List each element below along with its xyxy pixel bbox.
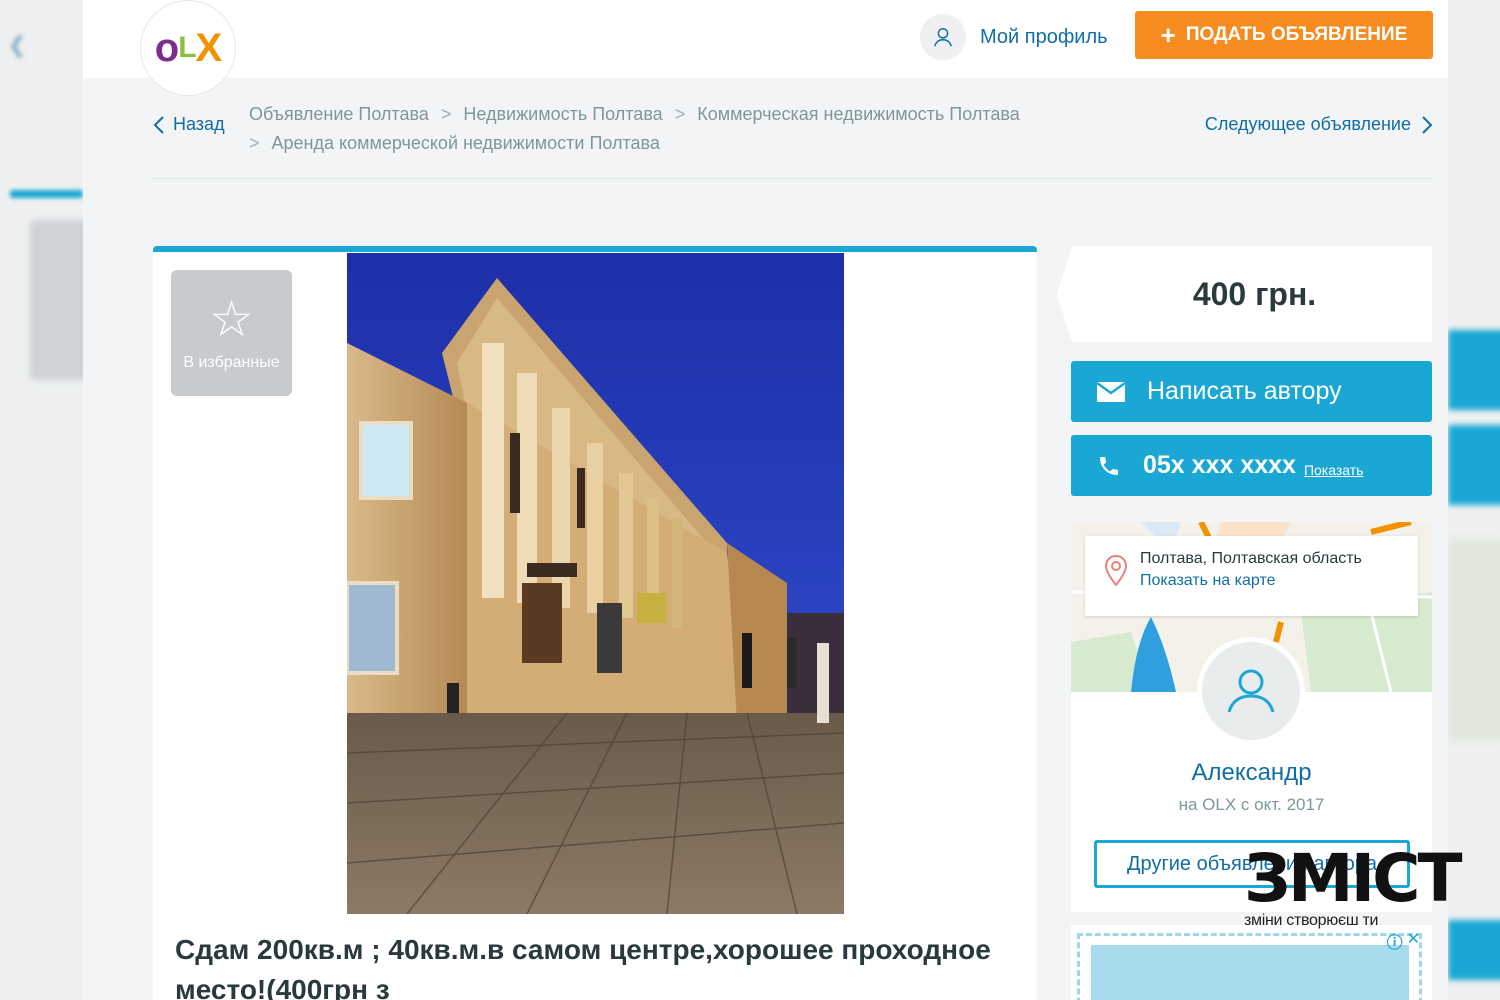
divider [153, 178, 1433, 179]
phone-icon [1100, 456, 1118, 475]
back-label: Назад [173, 114, 225, 134]
breadcrumb-item[interactable]: Аренда коммерческой недвижимости Полтава [272, 133, 660, 153]
plus-icon: + [1160, 20, 1176, 50]
envelope-icon [1097, 381, 1125, 402]
blurred-accent-bar [10, 190, 83, 198]
listing-card: ☆ В избранные Сдам 200кв.м ; 40кв.м.в са… [153, 246, 1037, 1000]
chevron-right-icon: > [674, 104, 686, 124]
chevron-right-icon: > [249, 133, 260, 153]
advertisement-box: ⓘ ✕ [1071, 925, 1432, 1000]
chevron-left-icon [153, 115, 164, 134]
breadcrumb-bar: Назад Объявление Полтава > Недвижимость По… [83, 78, 1448, 178]
show-phone-link[interactable]: Показать [1304, 462, 1364, 478]
ad-controls: ⓘ ✕ [1387, 929, 1420, 953]
write-author-label: Написать автору [1147, 377, 1342, 405]
write-author-button[interactable]: Написать автору [1071, 361, 1432, 422]
favorite-label: В избранные [183, 354, 280, 371]
phone-number: 05x xxx xxxx [1143, 451, 1296, 479]
logo-letter-o: o [154, 25, 179, 70]
logo-letter-x: X [195, 25, 223, 70]
breadcrumb-item[interactable]: Коммерческая недвижимость Полтава [697, 104, 1020, 124]
back-link[interactable]: Назад [153, 114, 225, 135]
price-value: 400 грн. [1192, 276, 1317, 312]
my-profile-link[interactable]: Мой профиль [920, 14, 1108, 60]
next-ad-link[interactable]: Следующее объявление [1205, 114, 1433, 135]
left-blurred-edge: ❮ [0, 0, 83, 1000]
add-to-favorites-button[interactable]: ☆ В избранные [171, 270, 292, 396]
seller-since: на OLX с окт. 2017 [1178, 795, 1325, 814]
listing-photo[interactable] [347, 253, 844, 914]
zmist-logo: ЗМІСТ [1244, 840, 1463, 917]
ad-banner[interactable] [1091, 945, 1409, 1000]
post-ad-button[interactable]: + ПОДАТЬ ОБЪЯВЛЕНИЕ [1135, 11, 1433, 59]
price-box: 400 грн. [1057, 246, 1432, 342]
info-icon[interactable]: ⓘ [1387, 929, 1403, 953]
blurred-back-link: ❮ [8, 32, 27, 57]
close-icon[interactable]: ✕ [1407, 929, 1420, 953]
site-header: oLX Мой профиль + ПОДАТЬ ОБЪЯВЛЕНИЕ [83, 0, 1448, 96]
show-on-map-link[interactable]: Показать на карте [1140, 572, 1418, 590]
breadcrumb-item[interactable]: Объявление Полтава [249, 104, 429, 124]
post-ad-label: ПОДАТЬ ОБЪЯВЛЕНИЕ [1185, 24, 1408, 45]
phone-button[interactable]: 05x xxx xxxx Показать [1071, 435, 1432, 496]
user-icon [1227, 669, 1275, 713]
star-icon: ☆ [209, 291, 254, 347]
chevron-right-icon: > [440, 104, 452, 124]
zmist-watermark: ЗМІСТ зміни створюєш ти [1244, 840, 1463, 930]
breadcrumb: Объявление Полтава > Недвижимость Полтава >… [249, 100, 1129, 158]
next-ad-label: Следующее объявление [1204, 114, 1411, 134]
olx-logo[interactable]: oLX [140, 0, 236, 96]
blurred-button [1448, 425, 1500, 505]
listing-title: Сдам 200кв.м ; 40кв.м.в самом центре,хор… [175, 934, 991, 1000]
map-pin-icon [1104, 554, 1128, 587]
user-icon [920, 14, 966, 60]
seller-name[interactable]: Александр [1071, 759, 1432, 787]
building-photo-image [347, 253, 844, 914]
chevron-right-icon [1422, 115, 1433, 134]
breadcrumb-item[interactable]: Недвижимость Полтава [463, 104, 662, 124]
blurred-button [1448, 920, 1500, 980]
profile-label: Мой профиль [980, 25, 1108, 48]
location-box: Полтава, Полтавская область Показать на … [1085, 536, 1418, 616]
location-text: Полтава, Полтавская область [1140, 550, 1362, 567]
seller-avatar[interactable] [1197, 637, 1305, 745]
logo-letter-l: L [178, 31, 196, 64]
blurred-button [1448, 330, 1500, 410]
blurred-card [30, 220, 83, 380]
blurred-map [1448, 540, 1500, 740]
